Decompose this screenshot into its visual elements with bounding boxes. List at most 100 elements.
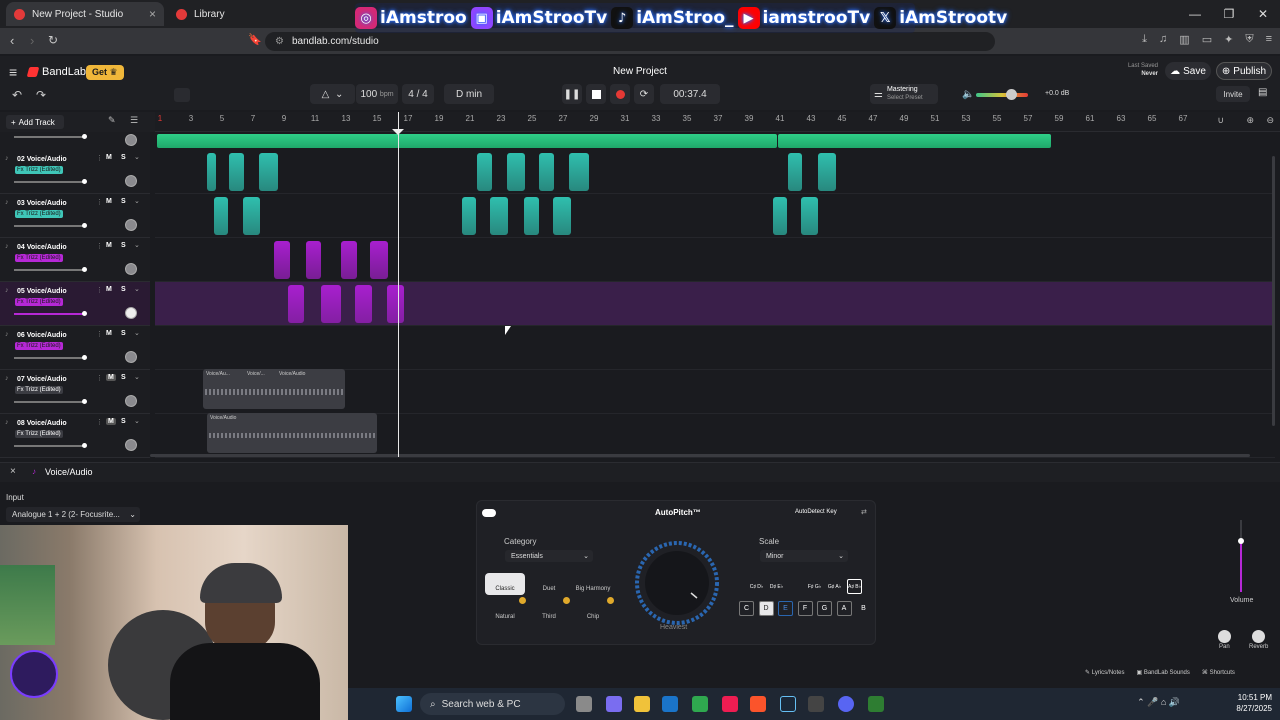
volume-fader-thumb[interactable]: [1238, 538, 1244, 544]
fx-preset-badge[interactable]: Fx Trizz (Edited): [15, 254, 63, 262]
fx-preset-badge[interactable]: Fx Trizz (Edited): [15, 430, 63, 438]
edit-pencil-icon[interactable]: ✎: [108, 115, 116, 126]
mute-button[interactable]: M: [106, 330, 112, 337]
volume-slider[interactable]: [14, 357, 84, 359]
zoom-out-icon[interactable]: ⊖: [1266, 115, 1274, 126]
more-options-icon[interactable]: ⋮: [96, 418, 103, 426]
more-options-icon[interactable]: ⋮: [96, 374, 103, 382]
mute-button[interactable]: M: [106, 242, 112, 249]
preset-natural[interactable]: Natural: [485, 601, 525, 623]
audio-clip[interactable]: [243, 197, 260, 235]
audio-clip[interactable]: [274, 241, 290, 279]
track-settings-icon[interactable]: ☰: [130, 115, 138, 126]
tuner-dropdown[interactable]: △ ⌄: [310, 84, 355, 104]
shield-icon[interactable]: ⛨: [1245, 33, 1253, 46]
pan-knob[interactable]: [125, 307, 137, 319]
volume-thumb[interactable]: [82, 179, 87, 184]
audio-clip[interactable]: [214, 197, 228, 235]
more-options-icon[interactable]: ⋮: [96, 286, 103, 294]
maximize-icon[interactable]: ❐: [1212, 0, 1246, 28]
audio-clip[interactable]: [321, 285, 341, 323]
key-natural-button[interactable]: F: [797, 601, 813, 616]
volume-slider[interactable]: [14, 313, 84, 315]
time-signature-field[interactable]: 4 / 4: [402, 84, 434, 104]
loop-button[interactable]: ⟳: [634, 84, 654, 104]
chevron-down-icon[interactable]: ⌄: [134, 373, 140, 381]
category-select[interactable]: Essentials ⌄: [505, 550, 593, 562]
audio-clip[interactable]: [288, 285, 304, 323]
pan-knob[interactable]: [125, 175, 137, 187]
key-sharp-button[interactable]: D♯ E♭: [769, 579, 784, 594]
key-sharp-button[interactable]: G♯ A♭: [827, 579, 842, 594]
mute-button[interactable]: M: [106, 418, 116, 425]
preset-duet[interactable]: Duet: [529, 573, 569, 595]
preset-classic[interactable]: Classic: [485, 573, 525, 595]
track-header[interactable]: ♪ 06 Voice/Audio Fx Trizz (Edited) ⋮ M S ⌄: [0, 326, 150, 370]
tiktok-app-icon[interactable]: [722, 696, 738, 712]
get-membership-button[interactable]: Get ♛: [86, 65, 124, 80]
master-volume-slider[interactable]: [976, 93, 1028, 97]
chevron-down-icon[interactable]: ⌄: [134, 153, 140, 161]
close-tab-icon[interactable]: ×: [149, 7, 156, 21]
tab-library[interactable]: Library: [168, 2, 338, 26]
pan-knob[interactable]: [125, 263, 137, 275]
volume-thumb[interactable]: [82, 311, 87, 316]
taskbar-clock[interactable]: 10:51 PM 8/27/2025: [1236, 692, 1272, 714]
audio-clip[interactable]: [207, 153, 216, 191]
autopitch-toggle[interactable]: [482, 509, 496, 517]
strength-knob[interactable]: [635, 541, 727, 625]
input-device-select[interactable]: Analogue 1 + 2 (2- Focusrite... ⌄: [6, 507, 140, 522]
track-header[interactable]: ♪ 04 Voice/Audio Fx Trizz (Edited) ⋮ M S ⌄: [0, 238, 150, 282]
app-icon[interactable]: [808, 696, 824, 712]
undo-icon[interactable]: ↶: [12, 88, 22, 102]
fx-preset-badge[interactable]: Fx Trizz (Edited): [15, 210, 63, 218]
pan-knob[interactable]: [125, 351, 137, 363]
preset-chip[interactable]: Chip: [573, 601, 613, 623]
lyrics-notes-tab[interactable]: ✎ Lyrics/Notes: [1085, 669, 1125, 676]
invite-button[interactable]: Invite: [1216, 86, 1250, 102]
widgets-icon[interactable]: [606, 696, 622, 712]
magnet-icon[interactable]: ∪: [1217, 115, 1224, 126]
fx-preset-badge[interactable]: Fx Trizz (Edited): [15, 386, 63, 394]
playhead[interactable]: [398, 112, 399, 457]
autodetect-key-button[interactable]: AutoDetect Key: [795, 509, 837, 515]
audio-clip[interactable]: [539, 153, 554, 191]
volume-slider[interactable]: [14, 225, 84, 227]
more-options-icon[interactable]: ⋮: [96, 154, 103, 162]
master-volume-thumb[interactable]: [1006, 89, 1017, 100]
discord-icon[interactable]: [838, 696, 854, 712]
audio-clip[interactable]: [477, 153, 492, 191]
key-natural-button[interactable]: B: [856, 601, 871, 616]
key-field[interactable]: D min: [444, 84, 494, 104]
key-sharp-button[interactable]: A♯ B♭: [847, 579, 862, 594]
file-explorer-icon[interactable]: [634, 696, 650, 712]
pause-button[interactable]: ❚❚: [562, 84, 582, 104]
audio-clip[interactable]: [553, 197, 571, 235]
publish-button[interactable]: ⊕ Publish: [1216, 62, 1272, 80]
track-header[interactable]: ♪ 05 Voice/Audio Fx Trizz (Edited) ⋮ M S ⌄: [0, 282, 150, 326]
fx-preset-badge[interactable]: Fx Trizz (Edited): [15, 342, 63, 350]
mute-button[interactable]: M: [106, 154, 112, 161]
more-options-icon[interactable]: ⋮: [96, 330, 103, 338]
horizontal-scrollbar[interactable]: [150, 454, 1250, 457]
audio-clip[interactable]: [524, 197, 539, 235]
key-sharp-button[interactable]: C♯ D♭: [749, 579, 764, 594]
fx-preset-badge[interactable]: Fx Trizz (Edited): [15, 298, 63, 306]
add-track-button[interactable]: + Add Track: [6, 115, 64, 129]
key-natural-button[interactable]: A: [836, 601, 852, 616]
forward-icon[interactable]: ›: [30, 33, 34, 48]
volume-thumb[interactable]: [82, 355, 87, 360]
site-info-icon[interactable]: ⚙: [275, 36, 284, 47]
audio-clip[interactable]: [801, 197, 818, 235]
stop-button[interactable]: [586, 84, 606, 104]
audio-clip[interactable]: [818, 153, 836, 191]
solo-button[interactable]: S: [121, 242, 126, 249]
close-window-icon[interactable]: ✕: [1246, 0, 1280, 28]
bandlab-sounds-tab[interactable]: ▣ BandLab Sounds: [1137, 669, 1190, 676]
scale-select[interactable]: Minor ⌄: [760, 550, 848, 562]
audio-clip[interactable]: Voice/Au... Voice/... Voice/Audio: [203, 369, 345, 409]
tab-new-project[interactable]: New Project - Studio ×: [6, 2, 164, 26]
track-lane[interactable]: [155, 238, 1275, 282]
solo-button[interactable]: S: [121, 330, 126, 337]
solo-button[interactable]: S: [121, 154, 126, 161]
